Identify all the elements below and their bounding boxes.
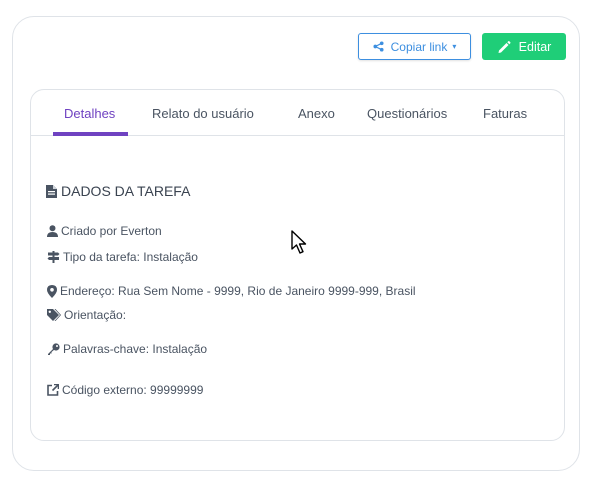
created-by-row: Criado por Everton bbox=[47, 224, 162, 238]
keywords-row: Palavras-chave: Instalação bbox=[47, 342, 207, 356]
address-text: Endereço: Rua Sem Nome - 9999, Rio de Ja… bbox=[60, 284, 416, 298]
edit-button[interactable]: Editar bbox=[482, 33, 566, 60]
signpost-icon bbox=[47, 251, 60, 263]
external-link-icon bbox=[47, 384, 59, 396]
address-row: Endereço: Rua Sem Nome - 9999, Rio de Ja… bbox=[47, 284, 416, 298]
section-title-text: DADOS DA TAREFA bbox=[61, 183, 191, 199]
orientation-row: Orientação: bbox=[47, 308, 126, 322]
orientation-text: Orientação: bbox=[64, 308, 127, 322]
section-title: DADOS DA TAREFA bbox=[46, 183, 190, 199]
tab-detalhes[interactable]: Detalhes bbox=[64, 106, 115, 121]
keywords-text: Palavras-chave: Instalação bbox=[63, 342, 208, 356]
pencil-icon bbox=[497, 40, 511, 54]
share-icon bbox=[373, 41, 384, 52]
tab-relato-do-usuario[interactable]: Relato do usuário bbox=[152, 106, 254, 121]
created-by-text: Criado por Everton bbox=[61, 224, 162, 238]
tab-bar: Detalhes Relato do usuário Anexo Questio… bbox=[31, 90, 564, 136]
external-code-text: Código externo: 99999999 bbox=[62, 383, 204, 397]
tab-anexo[interactable]: Anexo bbox=[298, 106, 335, 121]
map-marker-icon bbox=[47, 284, 57, 298]
task-type-text: Tipo da tarefa: Instalação bbox=[63, 250, 198, 264]
tab-faturas[interactable]: Faturas bbox=[483, 106, 527, 121]
external-code-row: Código externo: 99999999 bbox=[47, 383, 203, 397]
mouse-pointer-icon bbox=[291, 230, 309, 261]
edit-label: Editar bbox=[518, 39, 552, 54]
key-icon bbox=[47, 343, 60, 355]
file-icon bbox=[46, 184, 57, 198]
copy-link-label: Copiar link bbox=[390, 39, 448, 54]
chevron-down-icon: ▾ bbox=[452, 42, 457, 51]
copy-link-button[interactable]: Copiar link ▾ bbox=[358, 33, 471, 60]
tab-questionarios[interactable]: Questionários bbox=[367, 106, 447, 121]
task-type-row: Tipo da tarefa: Instalação bbox=[47, 250, 198, 264]
tags-icon bbox=[47, 309, 61, 321]
active-tab-indicator bbox=[53, 132, 128, 136]
user-icon bbox=[47, 225, 58, 237]
